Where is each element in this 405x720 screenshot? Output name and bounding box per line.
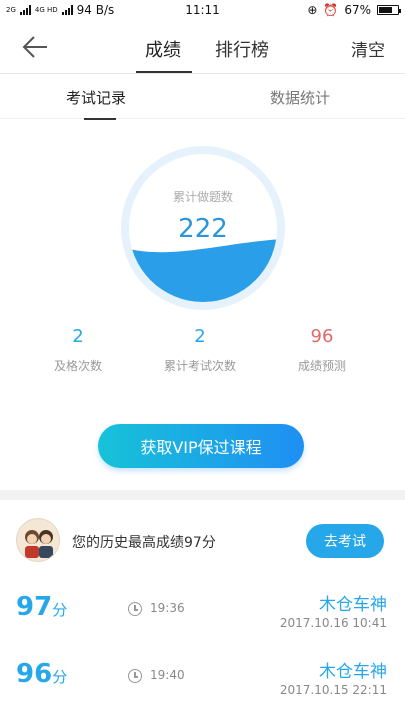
go-exam-button[interactable]: 去考试 (306, 524, 384, 558)
question-count-gauge: 累计做题数 222 (121, 146, 285, 310)
record-user-name: 木仓车神 (319, 595, 387, 615)
gauge-inner: 累计做题数 222 (129, 154, 277, 302)
wave-fill (129, 239, 277, 302)
record-duration: 19:40 (150, 668, 185, 682)
battery-icon (377, 5, 401, 15)
section-divider (0, 490, 405, 500)
clock-icon (128, 669, 142, 683)
gauge-value: 222 (178, 214, 228, 244)
vip-course-button[interactable]: 获取VIP保过课程 (98, 424, 304, 468)
stat-exam-count: 2 累计考试次数 (135, 326, 265, 374)
exam-record-row[interactable]: 97分 19:36 木仓车神 2017.10.16 10:41 (0, 582, 405, 648)
lock-rotation-icon: ⊕ (307, 3, 318, 17)
tab-data-statistics[interactable]: 数据统计 (270, 87, 330, 108)
tab-score[interactable]: 成绩 (145, 36, 181, 62)
record-score: 97分 (16, 592, 67, 622)
record-score-value: 96 (16, 659, 53, 689)
record-date: 2017.10.16 10:41 (279, 616, 387, 630)
stat-label: 及格次数 (53, 359, 102, 373)
clear-button[interactable]: 清空 (351, 36, 385, 61)
exam-record-row[interactable]: 96分 19:40 木仓车神 2017.10.15 22:11 (0, 649, 405, 715)
alarm-icon: ⏰ (323, 3, 339, 17)
sub-tabs: 考试记录 数据统计 (0, 75, 405, 120)
stat-pass-count: 2 及格次数 (13, 326, 143, 374)
tab-leaderboard[interactable]: 排行榜 (215, 36, 269, 62)
tab-indicator (136, 71, 192, 73)
tab-exam-records[interactable]: 考试记录 (66, 87, 126, 108)
best-score-row: 您的历史最高成绩97分 去考试 (0, 500, 405, 580)
record-score: 96分 (16, 659, 67, 689)
status-right: ⊕ ⏰ 67% (307, 3, 401, 17)
best-score-text: 您的历史最高成绩97分 (72, 535, 216, 551)
stat-value: 2 (72, 326, 84, 347)
stat-value: 96 (310, 326, 334, 347)
avatar (16, 518, 60, 562)
record-score-value: 97 (16, 592, 53, 622)
stat-score-prediction: 96 成绩预测 (257, 326, 387, 374)
back-arrow-icon[interactable] (20, 34, 50, 60)
sub-tab-indicator (84, 118, 116, 120)
record-score-unit: 分 (52, 668, 68, 686)
clock-icon (128, 602, 142, 616)
record-score-unit: 分 (52, 601, 68, 619)
status-bar: 2G 4G HD 94 B/s 11:11 ⊕ ⏰ 67% (0, 0, 405, 22)
gauge-label: 累计做题数 (172, 190, 233, 204)
stat-label: 成绩预测 (297, 359, 346, 373)
record-duration: 19:36 (150, 601, 185, 615)
record-date: 2017.10.15 22:11 (279, 683, 387, 697)
top-nav: 成绩 排行榜 清空 (0, 22, 405, 74)
record-user-name: 木仓车神 (319, 662, 387, 682)
battery-percent: 67% (344, 3, 371, 17)
stat-value: 2 (194, 326, 206, 347)
stat-label: 累计考试次数 (163, 359, 236, 373)
